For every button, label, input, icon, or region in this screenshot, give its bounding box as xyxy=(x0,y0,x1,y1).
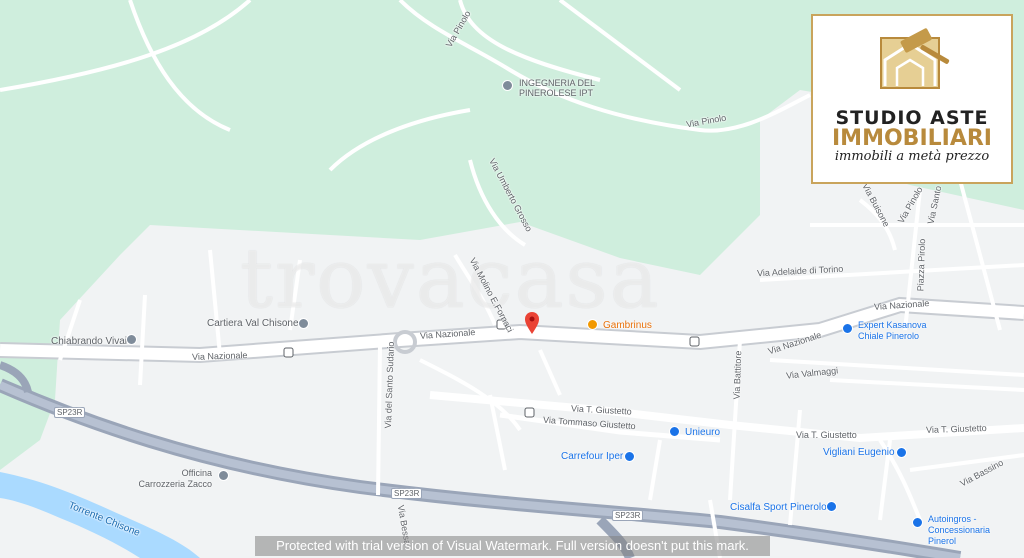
street-label: Via Nazionale xyxy=(191,350,248,362)
shopping-icon[interactable] xyxy=(669,426,680,437)
highway-label: SP23R xyxy=(612,510,644,521)
highway-label: SP23R xyxy=(391,488,423,499)
restaurant-icon[interactable] xyxy=(587,319,598,330)
watermark-text: trovacasa xyxy=(240,232,661,327)
highway-label: SP23R xyxy=(54,407,86,418)
poi-pin-icon[interactable] xyxy=(218,470,229,481)
poi-autoingros[interactable]: Autoingros - Concessionaria Pinerol xyxy=(928,514,1020,547)
poi-ingegneria[interactable]: INGEGNERIA DEL PINEROLESE IPT xyxy=(519,78,599,98)
poi-pin-icon[interactable] xyxy=(298,318,309,329)
logo-subtitle: IMMOBILIARI xyxy=(832,126,992,151)
street-label: Via T. Giustetto xyxy=(925,422,987,436)
shopping-icon[interactable] xyxy=(912,517,923,528)
trial-watermark-banner: Protected with trial version of Visual W… xyxy=(255,536,770,556)
poi-expert[interactable]: Expert Kasanova Chiale Pinerolo xyxy=(858,320,938,342)
studio-aste-logo: STUDIO ASTE IMMOBILIARI immobili a metà … xyxy=(811,14,1013,184)
poi-gambrinus[interactable]: Gambrinus xyxy=(603,320,652,331)
shopping-icon[interactable] xyxy=(896,447,907,458)
poi-vigliani[interactable]: Vigliani Eugenio xyxy=(823,447,895,458)
poi-unieuro[interactable]: Unieuro xyxy=(685,427,720,438)
poi-pin-icon[interactable] xyxy=(126,334,137,345)
poi-carrefour[interactable]: Carrefour Iper xyxy=(561,451,623,462)
poi-cartiera[interactable]: Cartiera Val Chisone xyxy=(207,318,299,329)
logo-tagline: immobili a metà prezzo xyxy=(834,149,990,164)
poi-chiabrando[interactable]: Chiabrando Vivai xyxy=(51,336,127,347)
street-label: Via Battitore xyxy=(731,350,744,400)
shopping-icon[interactable] xyxy=(842,323,853,334)
poi-pin-icon[interactable] xyxy=(502,80,513,91)
gavel-house-icon xyxy=(880,28,950,89)
shopping-icon[interactable] xyxy=(826,501,837,512)
poi-officina[interactable]: Officina Carrozzeria Zacco xyxy=(136,468,212,490)
street-label: Via T. Giustetto xyxy=(796,430,857,440)
shopping-icon[interactable] xyxy=(624,451,635,462)
street-label: Piazza Pirolo xyxy=(915,238,928,292)
poi-cisalfa[interactable]: Cisalfa Sport Pinerolo xyxy=(730,502,827,513)
